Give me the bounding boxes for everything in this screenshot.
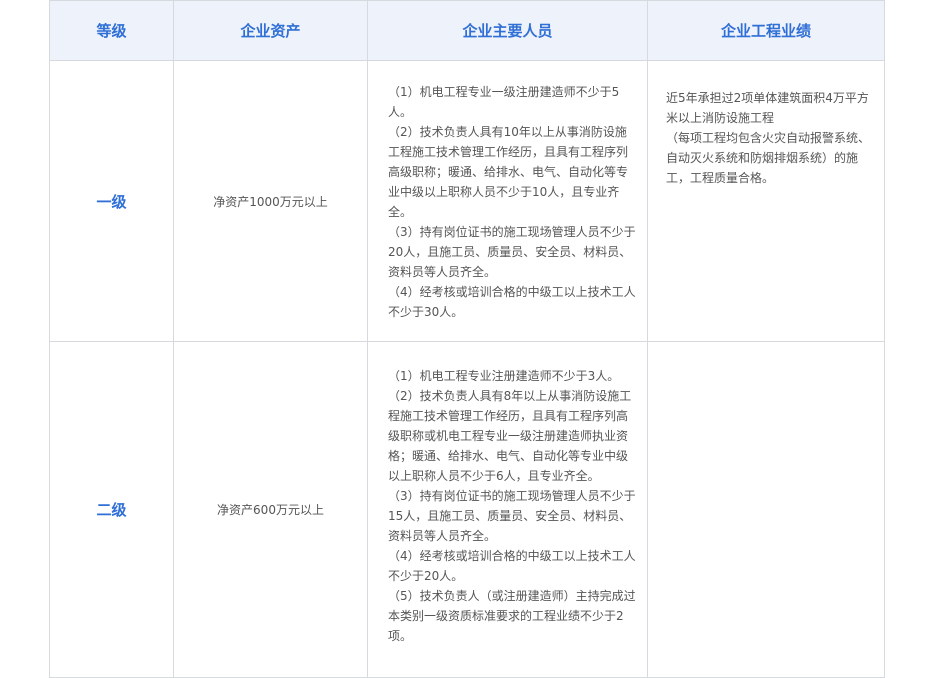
table-header-row: 等级 企业资产 企业主要人员 企业工程业绩 bbox=[49, 0, 885, 61]
performance-item: （每项工程均包含火灾自动报警系统、自动灭火系统和防烟排烟系统）的施工，工程质量合… bbox=[666, 131, 871, 185]
header-asset: 企业资产 bbox=[173, 0, 368, 61]
people-item: （2）技术负责人具有10年以上从事消防设施工程施工技术管理工作经历，且具有工程序… bbox=[388, 125, 629, 219]
people-cell: （1）机电工程专业一级注册建造师不少于5人。 （2）技术负责人具有10年以上从事… bbox=[367, 60, 648, 342]
header-people: 企业主要人员 bbox=[367, 0, 648, 61]
people-item: （1）机电工程专业注册建造师不少于3人。 bbox=[388, 369, 620, 383]
level-cell: 一级 bbox=[49, 60, 174, 342]
people-cell: （1）机电工程专业注册建造师不少于3人。 （2）技术负责人具有8年以上从事消防设… bbox=[367, 341, 648, 678]
header-level: 等级 bbox=[49, 0, 174, 61]
people-item: （5）技术负责人（或注册建造师）主持完成过本类别一级资质标准要求的工程业绩不少于… bbox=[388, 589, 636, 643]
people-item: （4）经考核或培训合格的中级工以上技术工人不少于20人。 bbox=[388, 549, 636, 583]
people-item: （1）机电工程专业一级注册建造师不少于5人。 bbox=[388, 85, 620, 119]
level-cell: 二级 bbox=[49, 341, 174, 678]
table-row: 一级 净资产1000万元以上 （1）机电工程专业一级注册建造师不少于5人。 （2… bbox=[49, 60, 885, 342]
people-item: （4）经考核或培训合格的中级工以上技术工人不少于30人。 bbox=[388, 285, 636, 319]
performance-cell bbox=[647, 341, 885, 678]
asset-cell: 净资产600万元以上 bbox=[173, 341, 368, 678]
asset-cell: 净资产1000万元以上 bbox=[173, 60, 368, 342]
people-item: （3）持有岗位证书的施工现场管理人员不少于20人，且施工员、质量员、安全员、材料… bbox=[388, 225, 636, 279]
qualification-table: 等级 企业资产 企业主要人员 企业工程业绩 一级 净资产1000万元以上 （1）… bbox=[49, 0, 885, 678]
performance-item: 近5年承担过2项单体建筑面积4万平方米以上消防设施工程 bbox=[666, 91, 869, 125]
people-item: （3）持有岗位证书的施工现场管理人员不少于15人，且施工员、质量员、安全员、材料… bbox=[388, 489, 636, 543]
performance-cell: 近5年承担过2项单体建筑面积4万平方米以上消防设施工程 （每项工程均包含火灾自动… bbox=[647, 60, 885, 342]
people-item: （2）技术负责人具有8年以上从事消防设施工程施工技术管理工作经历，且具有工程序列… bbox=[388, 389, 632, 483]
header-performance: 企业工程业绩 bbox=[647, 0, 885, 61]
table-row: 二级 净资产600万元以上 （1）机电工程专业注册建造师不少于3人。 （2）技术… bbox=[49, 341, 885, 678]
